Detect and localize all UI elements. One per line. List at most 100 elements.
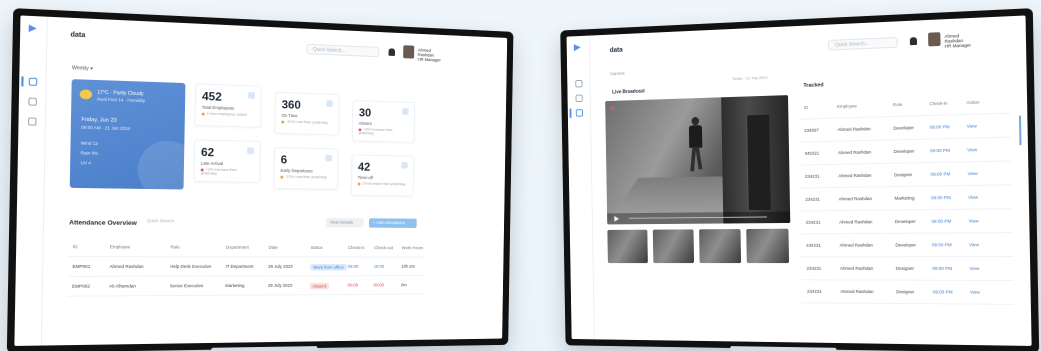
stat-late-arrival[interactable]: 62 Late Arrival +3% Increase than yester… bbox=[193, 139, 261, 183]
users-icon bbox=[248, 91, 255, 99]
cell-checkout: 00:00 bbox=[373, 282, 384, 288]
view-link[interactable]: View bbox=[968, 195, 978, 200]
scrollbar[interactable] bbox=[1018, 115, 1022, 146]
col-checkin[interactable]: Check-in bbox=[348, 245, 365, 250]
table-row[interactable]: EMP001 Ahmed Rashdan Help Desk Executive… bbox=[68, 257, 426, 277]
notification-icon[interactable] bbox=[909, 37, 918, 46]
camera-thumbnail[interactable] bbox=[607, 229, 648, 264]
camera-thumbnail[interactable] bbox=[699, 229, 742, 264]
cell-id: 234231 bbox=[806, 288, 822, 294]
col-action[interactable]: Action bbox=[966, 100, 979, 105]
col-id[interactable]: ID bbox=[804, 105, 808, 110]
col-checkout[interactable]: Check-out bbox=[374, 245, 393, 250]
absent-icon bbox=[402, 108, 409, 115]
monitor-stand bbox=[730, 346, 837, 351]
col-hours[interactable]: Work Hours bbox=[402, 245, 424, 250]
cell-role: Developer bbox=[893, 148, 915, 154]
page-title: data bbox=[70, 31, 86, 40]
stat-absent[interactable]: 30 Absent +3% Increase than yesterday bbox=[351, 100, 416, 143]
notification-icon[interactable] bbox=[388, 48, 396, 56]
table-row[interactable]: 234231 Ahmed Rashdan Designer 09:00 PM View bbox=[800, 280, 1014, 305]
view-link[interactable]: View bbox=[967, 124, 977, 129]
avatar[interactable] bbox=[928, 32, 941, 47]
calendar-icon bbox=[401, 161, 408, 169]
table-row[interactable]: 234231 Ahmed Rashdan Developer 09:00 PM View bbox=[799, 209, 1013, 235]
cell-hours: 10h 2m bbox=[401, 264, 416, 269]
cell-role: Help Desk Executive bbox=[170, 264, 212, 269]
period-filter[interactable]: Weekly ▾ bbox=[72, 65, 93, 72]
cell-checkout: 18:00 bbox=[373, 264, 385, 269]
table-row[interactable]: 234231 Ahmed Rashdan Marketing 09:00 PM View bbox=[799, 185, 1013, 212]
table-row[interactable]: 234231 Ahmed Rashdan Designer 09:00 PM View bbox=[800, 257, 1014, 281]
stat-value: 360 bbox=[281, 97, 301, 112]
search-input[interactable]: Quick Search... bbox=[827, 36, 898, 51]
avatar[interactable] bbox=[403, 45, 415, 59]
col-employee[interactable]: Employee bbox=[837, 104, 857, 109]
camera-feed[interactable] bbox=[605, 95, 791, 225]
col-date[interactable]: Date bbox=[269, 245, 278, 250]
play-icon[interactable] bbox=[614, 216, 619, 222]
table-search-input[interactable]: Quick Search... bbox=[143, 216, 203, 226]
stat-value: 30 bbox=[358, 105, 372, 120]
camera-person bbox=[688, 116, 704, 174]
col-department[interactable]: Department bbox=[226, 245, 249, 250]
col-role[interactable]: Role bbox=[170, 245, 179, 250]
view-link[interactable]: View bbox=[969, 266, 979, 271]
stat-label: Absent bbox=[358, 120, 372, 126]
table-row[interactable]: 234231 Ahmed Rashdan Designer 09:00 PM View bbox=[798, 161, 1012, 189]
col-employee[interactable]: Employee bbox=[110, 244, 130, 249]
camera-thumbnail[interactable] bbox=[652, 229, 695, 264]
stat-value: 452 bbox=[201, 89, 222, 104]
col-id[interactable]: ID bbox=[73, 244, 78, 249]
logout-nav-icon[interactable] bbox=[27, 117, 37, 126]
users-nav-icon[interactable] bbox=[28, 97, 37, 106]
cell-role: Designer bbox=[896, 289, 915, 295]
video-controls bbox=[607, 211, 791, 225]
stat-value: 6 bbox=[280, 152, 288, 167]
cell-role: Developer bbox=[893, 125, 915, 131]
col-checkin[interactable]: Check-in bbox=[929, 101, 947, 106]
view-details-button[interactable]: View Details bbox=[326, 217, 364, 228]
stat-time-off[interactable]: 42 Time-off 2% Increase than yesterday bbox=[350, 154, 415, 197]
view-link[interactable]: View bbox=[970, 290, 980, 295]
status-badge: Absent bbox=[309, 282, 329, 290]
table-row[interactable]: EMP002 Ali Alhamdan Senior Executive Mar… bbox=[67, 276, 425, 297]
stat-label: Time-off bbox=[357, 175, 373, 181]
view-link[interactable]: View bbox=[967, 147, 977, 152]
stat-total-employees[interactable]: 452 Total Employees 2 new employees adde… bbox=[194, 83, 262, 128]
status-badge: Work from office bbox=[310, 264, 347, 271]
recording-icon bbox=[610, 106, 615, 111]
view-link[interactable]: View bbox=[969, 242, 979, 247]
table-row[interactable]: 234231 Ahmed Rashdan Developer 09:00 PM View bbox=[800, 233, 1014, 258]
cell-role: Developer bbox=[895, 242, 917, 248]
view-link[interactable]: View bbox=[968, 218, 978, 223]
sidebar: ▶ bbox=[566, 35, 595, 340]
user-name: Ahmed Rashdan HR Manager bbox=[944, 33, 972, 49]
col-status[interactable]: Status bbox=[311, 245, 323, 250]
sidebar: ▶ bbox=[14, 15, 48, 346]
view-link[interactable]: View bbox=[968, 171, 978, 176]
stat-note: 2% Increase than yesterday bbox=[357, 182, 408, 187]
video-progress[interactable] bbox=[628, 216, 768, 219]
user-name: Ahmed Rashdan HR Manager bbox=[417, 47, 441, 63]
topbar: data Quick Search... Ahmed Rashdan HR Man… bbox=[590, 15, 1026, 66]
stat-value: 42 bbox=[357, 160, 371, 174]
camera-thumbnail[interactable] bbox=[746, 228, 790, 264]
search-input[interactable]: Quick Search... bbox=[306, 43, 380, 58]
add-attendance-button[interactable]: + Add Attendance bbox=[368, 218, 417, 228]
cell-name: Ahmed Rashdan bbox=[838, 196, 873, 202]
stat-on-time[interactable]: 360 On Time -10% Less than yesterday bbox=[274, 91, 340, 136]
stat-label: Total Employees bbox=[201, 104, 235, 111]
stat-early-departures[interactable]: 6 Early Departures -10% Less than yester… bbox=[273, 147, 339, 190]
users-nav-icon[interactable] bbox=[575, 94, 583, 103]
dashboard-nav-icon[interactable] bbox=[575, 79, 583, 88]
col-role[interactable]: Role bbox=[893, 102, 902, 107]
cell-role: Senior Executive bbox=[169, 283, 204, 289]
dashboard-nav-icon[interactable] bbox=[28, 77, 38, 86]
cell-checkin: 09:00 PM bbox=[930, 147, 950, 154]
camera-screen: ▶ data Quick Search... Ahmed Rashdan HR M… bbox=[566, 15, 1032, 346]
cell-hours: 0m bbox=[401, 282, 407, 288]
cell-id: 234231 bbox=[806, 242, 821, 248]
stat-note: 2 new employees added bbox=[201, 112, 255, 117]
camera-nav-icon[interactable] bbox=[575, 109, 584, 117]
